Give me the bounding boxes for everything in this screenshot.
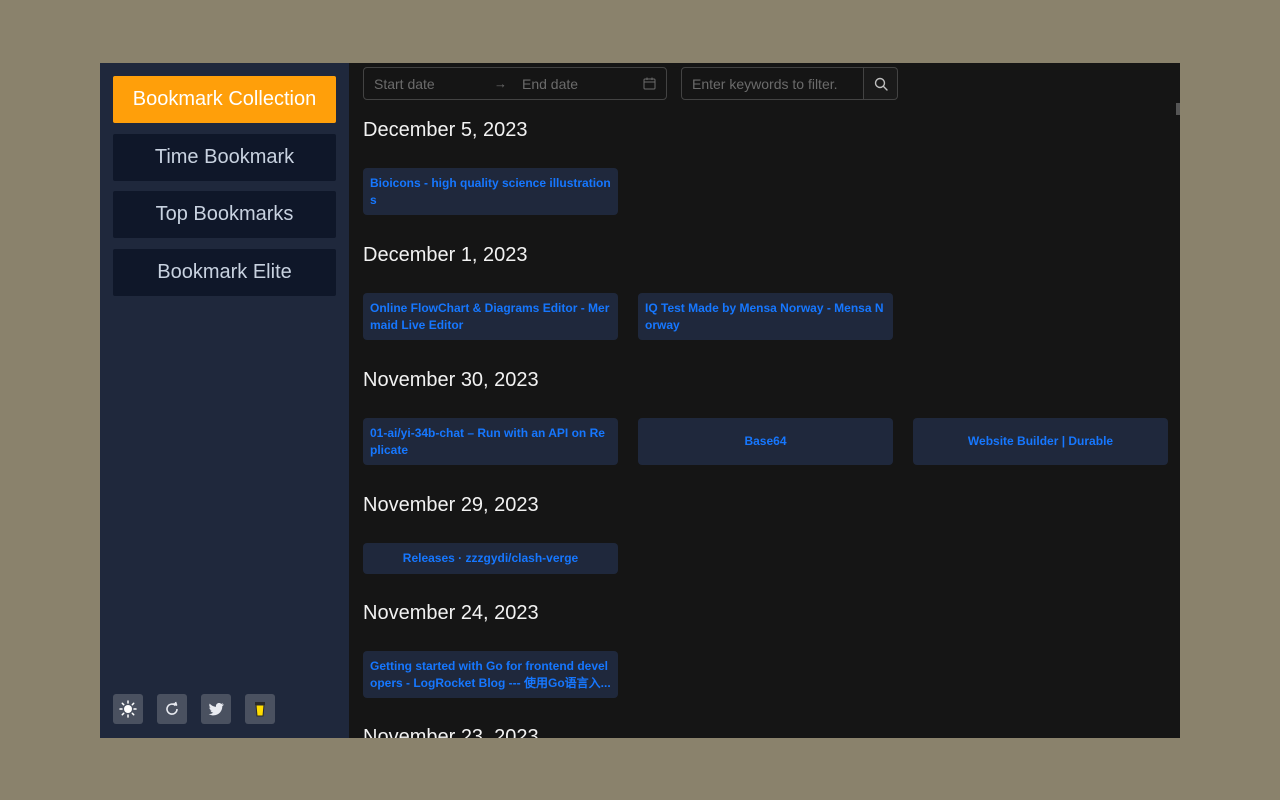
calendar-icon bbox=[643, 77, 656, 90]
date-group: December 5, 2023 Bioicons - high quality… bbox=[363, 118, 618, 215]
coffee-button[interactable] bbox=[245, 694, 275, 724]
search-input[interactable] bbox=[681, 67, 864, 100]
sidebar: Bookmark Collection Time Bookmark Top Bo… bbox=[100, 63, 349, 738]
bookmark-list: Releases · zzzgydi/clash-verge bbox=[363, 543, 618, 574]
bookmark-card[interactable]: Website Builder | Durable bbox=[913, 418, 1168, 465]
coffee-icon bbox=[255, 702, 265, 717]
arrow-right-icon: → bbox=[494, 76, 507, 91]
bookmark-list: 01-ai/yi-34b-chat – Run with an API on R… bbox=[363, 418, 1168, 465]
date-range-picker[interactable]: Start date → End date bbox=[363, 67, 667, 100]
date-group: November 24, 2023 Getting started with G… bbox=[363, 601, 618, 698]
sidebar-footer bbox=[113, 694, 275, 724]
date-heading: November 23, 2023 bbox=[363, 726, 539, 738]
date-heading: December 5, 2023 bbox=[363, 119, 528, 141]
refresh-button[interactable] bbox=[157, 694, 187, 724]
search-button[interactable] bbox=[864, 67, 898, 100]
bookmark-list: Getting started with Go for frontend dev… bbox=[363, 651, 618, 698]
date-heading: November 30, 2023 bbox=[363, 369, 539, 391]
app-window: Bookmark Collection Time Bookmark Top Bo… bbox=[100, 63, 1180, 738]
date-heading: November 29, 2023 bbox=[363, 494, 539, 516]
date-group: November 23, 2023 bbox=[363, 725, 539, 738]
nav-bookmark-collection[interactable]: Bookmark Collection bbox=[113, 76, 336, 123]
nav-bookmark-elite[interactable]: Bookmark Elite bbox=[113, 249, 336, 296]
bookmark-card[interactable]: Bioicons - high quality science illustra… bbox=[363, 168, 618, 215]
date-group: November 30, 2023 01-ai/yi-34b-chat – Ru… bbox=[363, 368, 1168, 465]
bookmark-card[interactable]: Base64 bbox=[638, 418, 893, 465]
bookmark-card[interactable]: 01-ai/yi-34b-chat – Run with an API on R… bbox=[363, 418, 618, 465]
bookmark-card[interactable]: Online FlowChart & Diagrams Editor - Mer… bbox=[363, 293, 618, 340]
nav-time-bookmark[interactable]: Time Bookmark bbox=[113, 134, 336, 181]
date-heading: November 24, 2023 bbox=[363, 602, 539, 624]
start-date-input[interactable]: Start date bbox=[374, 76, 494, 92]
search-box bbox=[681, 67, 898, 100]
date-group: November 29, 2023 Releases · zzzgydi/cla… bbox=[363, 493, 618, 574]
theme-toggle-button[interactable] bbox=[113, 694, 143, 724]
bookmark-list: Online FlowChart & Diagrams Editor - Mer… bbox=[363, 293, 893, 340]
search-icon bbox=[874, 77, 888, 91]
bookmark-card[interactable]: Releases · zzzgydi/clash-verge bbox=[363, 543, 618, 574]
scrollbar[interactable] bbox=[1176, 103, 1180, 115]
bookmark-list: Bioicons - high quality science illustra… bbox=[363, 168, 618, 215]
bookmark-card[interactable]: Getting started with Go for frontend dev… bbox=[363, 651, 618, 698]
main-content: Start date → End date Enter keywords to … bbox=[349, 63, 1180, 738]
twitter-icon bbox=[208, 702, 224, 716]
date-group: December 1, 2023 Online FlowChart & Diag… bbox=[363, 243, 893, 340]
twitter-button[interactable] bbox=[201, 694, 231, 724]
sun-icon bbox=[119, 700, 137, 718]
refresh-icon bbox=[166, 701, 178, 715]
end-date-input[interactable]: End date bbox=[522, 76, 578, 92]
bookmark-card[interactable]: IQ Test Made by Mensa Norway - Mensa Nor… bbox=[638, 293, 893, 340]
date-heading: December 1, 2023 bbox=[363, 244, 528, 266]
filter-toolbar: Start date → End date bbox=[363, 67, 898, 100]
nav-top-bookmarks[interactable]: Top Bookmarks bbox=[113, 191, 336, 238]
